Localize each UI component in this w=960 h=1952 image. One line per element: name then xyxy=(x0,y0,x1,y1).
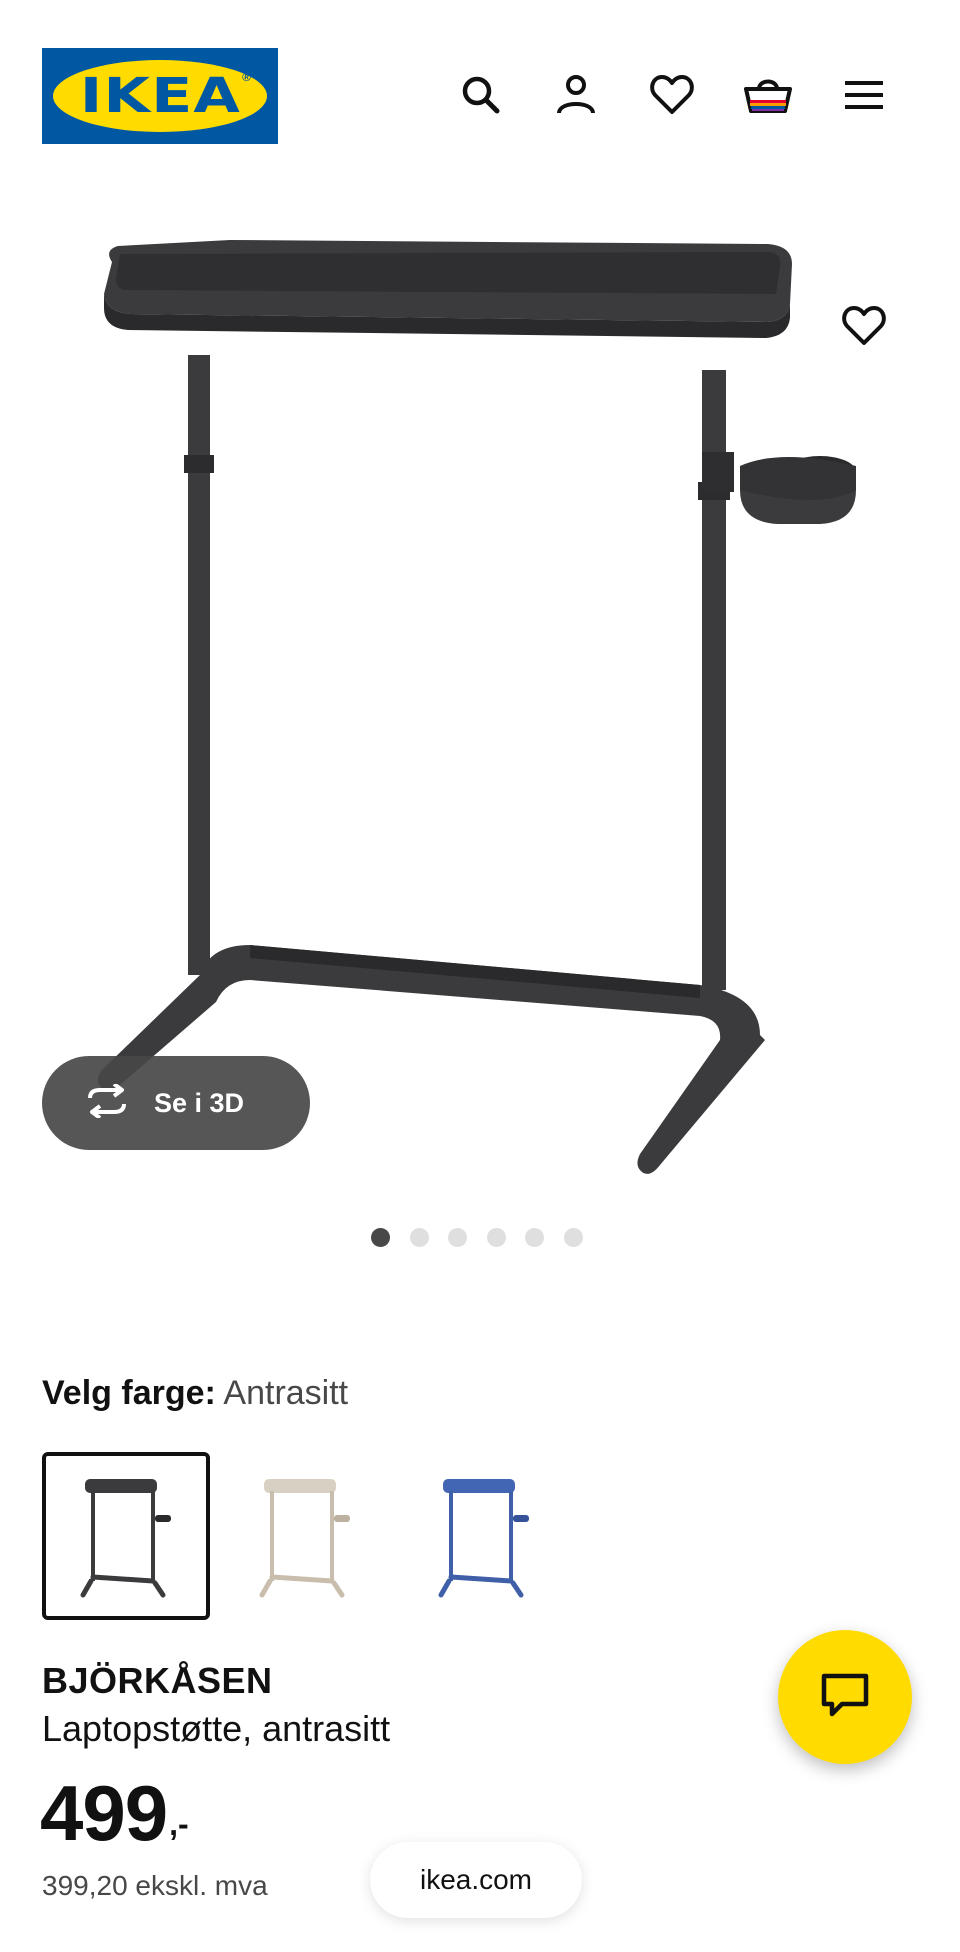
color-picker-value: Antrasitt xyxy=(223,1374,349,1412)
price-excluding-vat: 399,20 ekskl. mva xyxy=(42,1870,268,1901)
view-in-3d-button[interactable]: Se i 3D xyxy=(42,1056,310,1150)
gallery-dot[interactable] xyxy=(448,1228,467,1247)
favourites-heart-icon[interactable] xyxy=(647,70,697,120)
add-to-favourites-heart-icon[interactable] xyxy=(838,300,890,352)
rotate-3d-icon xyxy=(82,1081,132,1123)
color-picker-title: Velg farge: xyxy=(42,1374,216,1412)
gallery-dot[interactable] xyxy=(487,1228,506,1247)
price-amount: 499 xyxy=(40,1769,168,1857)
gallery-dot[interactable] xyxy=(410,1228,429,1247)
product-description: Laptopstøtte, antrasitt xyxy=(42,1708,391,1749)
logo-oval: IKEA ® xyxy=(53,60,267,132)
hamburger-menu-icon[interactable] xyxy=(839,70,889,120)
logo-registered-mark: ® xyxy=(242,70,251,84)
product-price: 499 ,- xyxy=(40,1770,189,1856)
product-name: BJÖRKÅSEN xyxy=(42,1660,273,1701)
color-swatch-antrasitt[interactable] xyxy=(42,1452,210,1620)
view-in-3d-label: Se i 3D xyxy=(154,1087,245,1118)
site-header: IKEA ® xyxy=(0,0,960,150)
color-picker-label: Velg farge: Antrasitt xyxy=(42,1374,348,1413)
chat-button[interactable] xyxy=(778,1630,912,1764)
chat-bubble-icon xyxy=(820,1672,870,1723)
browser-url-bar[interactable]: ikea.com xyxy=(370,1842,582,1918)
color-swatch-blue[interactable] xyxy=(400,1452,568,1620)
search-icon[interactable] xyxy=(456,70,506,120)
shopping-bag-icon[interactable] xyxy=(743,70,793,120)
gallery-dot[interactable] xyxy=(564,1228,583,1247)
account-icon[interactable] xyxy=(551,70,601,120)
ikea-logo[interactable]: IKEA ® xyxy=(42,48,278,144)
price-suffix: ,- xyxy=(169,1806,189,1842)
gallery-dot[interactable] xyxy=(525,1228,544,1247)
color-swatch-beige[interactable] xyxy=(221,1452,389,1620)
gallery-dot[interactable] xyxy=(371,1228,390,1247)
logo-text: IKEA xyxy=(79,68,241,124)
